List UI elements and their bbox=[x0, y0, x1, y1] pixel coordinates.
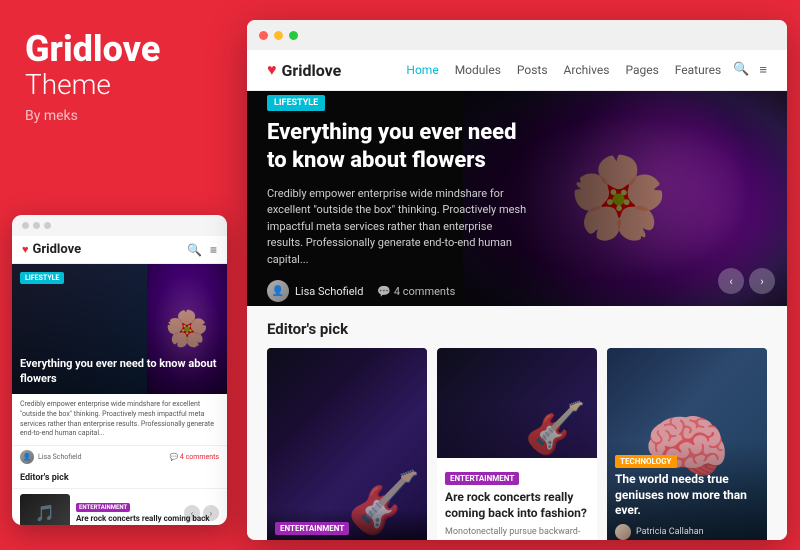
nav-pages[interactable]: Pages bbox=[625, 63, 658, 77]
editors-section: Editor's pick ENTERTAINMENT ENTERTAINMEN… bbox=[247, 306, 787, 540]
hero-author-name: Lisa Schofield bbox=[295, 285, 363, 298]
mobile-chrome bbox=[12, 215, 227, 236]
mobile-hero-content: Everything you ever need to know about f… bbox=[20, 357, 219, 386]
hero-prev-arrow[interactable]: ‹ bbox=[718, 268, 744, 294]
hero-comments: 💬 4 comments bbox=[377, 285, 455, 298]
mobile-dot-2 bbox=[33, 222, 40, 229]
large-card-content: ENTERTAINMENT bbox=[267, 508, 427, 540]
site-heart-icon: ♥ bbox=[267, 60, 277, 80]
right-card-content: TECHNOLOGY The world needs true geniuses… bbox=[607, 441, 767, 540]
hero-avatar: 👤 bbox=[267, 280, 289, 302]
right-card[interactable]: TECHNOLOGY The world needs true geniuses… bbox=[607, 348, 767, 540]
mobile-hero-title: Everything you ever need to know about f… bbox=[20, 357, 219, 386]
mobile-author-row: 👤 Lisa Schofield 💬 4 comments bbox=[12, 446, 227, 468]
hero-next-arrow[interactable]: › bbox=[749, 268, 775, 294]
right-card-author-row: Patricia Callahan bbox=[615, 524, 759, 540]
hero-title: Everything you ever need to know about f… bbox=[267, 119, 527, 176]
mobile-heart-icon: ♥ bbox=[22, 243, 29, 256]
mobile-comments: 💬 4 comments bbox=[169, 453, 219, 461]
mobile-menu-icon[interactable]: ≡ bbox=[210, 243, 217, 257]
nav-home[interactable]: Home bbox=[406, 63, 438, 77]
site-nav: ♥ Gridlove Home Modules Posts Archives P… bbox=[247, 50, 787, 91]
browser-dot-red[interactable] bbox=[259, 31, 268, 40]
large-card[interactable]: ENTERTAINMENT bbox=[267, 348, 427, 540]
nav-features[interactable]: Features bbox=[675, 63, 721, 77]
lifestyle-badge: LIFESTYLE bbox=[267, 95, 325, 111]
mobile-dot-3 bbox=[44, 222, 51, 229]
mobile-lifestyle-badge: LIFESTYLE bbox=[20, 272, 64, 284]
mobile-nav-arrows[interactable]: ‹ › bbox=[184, 505, 219, 521]
mid-card-title: Are rock concerts really coming back int… bbox=[445, 490, 589, 521]
browser-content: ♥ Gridlove Home Modules Posts Archives P… bbox=[247, 50, 787, 540]
editors-grid: ENTERTAINMENT ENTERTAINMENT Are rock con… bbox=[267, 348, 767, 540]
browser-dot-yellow[interactable] bbox=[274, 31, 283, 40]
right-card-avatar bbox=[615, 524, 631, 540]
mobile-author: 👤 Lisa Schofield bbox=[20, 450, 82, 464]
nav-archives[interactable]: Archives bbox=[564, 63, 610, 77]
hero-author-row: 👤 Lisa Schofield 💬 4 comments bbox=[267, 280, 527, 302]
browser-dot-green[interactable] bbox=[289, 31, 298, 40]
brand-author: By meks bbox=[25, 108, 205, 124]
mobile-dot-1 bbox=[22, 222, 29, 229]
mobile-excerpt: Credibly empower enterprise wide mindsha… bbox=[12, 394, 227, 446]
mobile-next-arrow[interactable]: › bbox=[203, 505, 219, 521]
mid-card-thumb bbox=[437, 348, 597, 458]
nav-menu-icon[interactable]: ≡ bbox=[759, 62, 767, 78]
mobile-hero: LIFESTYLE Everything you ever need to kn… bbox=[12, 264, 227, 394]
brand-name: Gridlove Theme bbox=[25, 30, 205, 100]
right-card-author-name: Patricia Callahan bbox=[636, 527, 704, 537]
mobile-entertainment-badge: ENTERTAINMENT bbox=[76, 503, 130, 512]
mobile-header: ♥ Gridlove 🔍 ≡ bbox=[12, 236, 227, 264]
mobile-logo: ♥ Gridlove bbox=[22, 242, 81, 257]
site-logo: ♥ Gridlove bbox=[267, 60, 341, 80]
nav-posts[interactable]: Posts bbox=[517, 63, 548, 77]
mid-card-excerpt: Monotonectally pursue backward-compatibl… bbox=[445, 526, 589, 540]
mobile-mockup: ♥ Gridlove 🔍 ≡ LIFESTYLE Everything you … bbox=[12, 215, 227, 525]
editors-title: Editor's pick bbox=[267, 320, 767, 338]
mid-card-badge: ENTERTAINMENT bbox=[445, 472, 519, 485]
hero-section: 🌸 LIFESTYLE Everything you ever need to … bbox=[247, 91, 787, 306]
mobile-avatar: 👤 bbox=[20, 450, 34, 464]
mobile-author-name: Lisa Schofield bbox=[38, 453, 82, 461]
right-card-title: The world needs true geniuses now more t… bbox=[615, 472, 759, 519]
hero-excerpt: Credibly empower enterprise wide mindsha… bbox=[267, 186, 527, 269]
large-card-badge: ENTERTAINMENT bbox=[275, 522, 349, 535]
mobile-editors-pick: Editor's pick bbox=[12, 468, 227, 489]
right-card-badge: TECHNOLOGY bbox=[615, 455, 677, 468]
mobile-header-icons: 🔍 ≡ bbox=[187, 243, 217, 257]
mobile-comment-icon: 💬 bbox=[169, 453, 179, 461]
mobile-card-thumb bbox=[20, 494, 70, 525]
mobile-search-icon[interactable]: 🔍 bbox=[187, 243, 202, 257]
mobile-prev-arrow[interactable]: ‹ bbox=[184, 505, 200, 521]
nav-search-icon[interactable]: 🔍 bbox=[733, 62, 749, 78]
hero-nav-arrows[interactable]: ‹ › bbox=[718, 268, 775, 294]
mid-card-body: ENTERTAINMENT Are rock concerts really c… bbox=[437, 458, 597, 540]
nav-icons: 🔍 ≡ bbox=[733, 62, 767, 78]
mid-card[interactable]: ENTERTAINMENT Are rock concerts really c… bbox=[437, 348, 597, 540]
nav-links: Home Modules Posts Archives Pages Featur… bbox=[406, 63, 721, 77]
browser-mockup: ♥ Gridlove Home Modules Posts Archives P… bbox=[247, 20, 787, 540]
hero-content: LIFESTYLE Everything you ever need to kn… bbox=[267, 91, 527, 306]
nav-modules[interactable]: Modules bbox=[455, 63, 501, 77]
left-panel: Gridlove Theme By meks ♥ Gridlove 🔍 ≡ LI… bbox=[0, 0, 230, 550]
browser-chrome bbox=[247, 20, 787, 50]
